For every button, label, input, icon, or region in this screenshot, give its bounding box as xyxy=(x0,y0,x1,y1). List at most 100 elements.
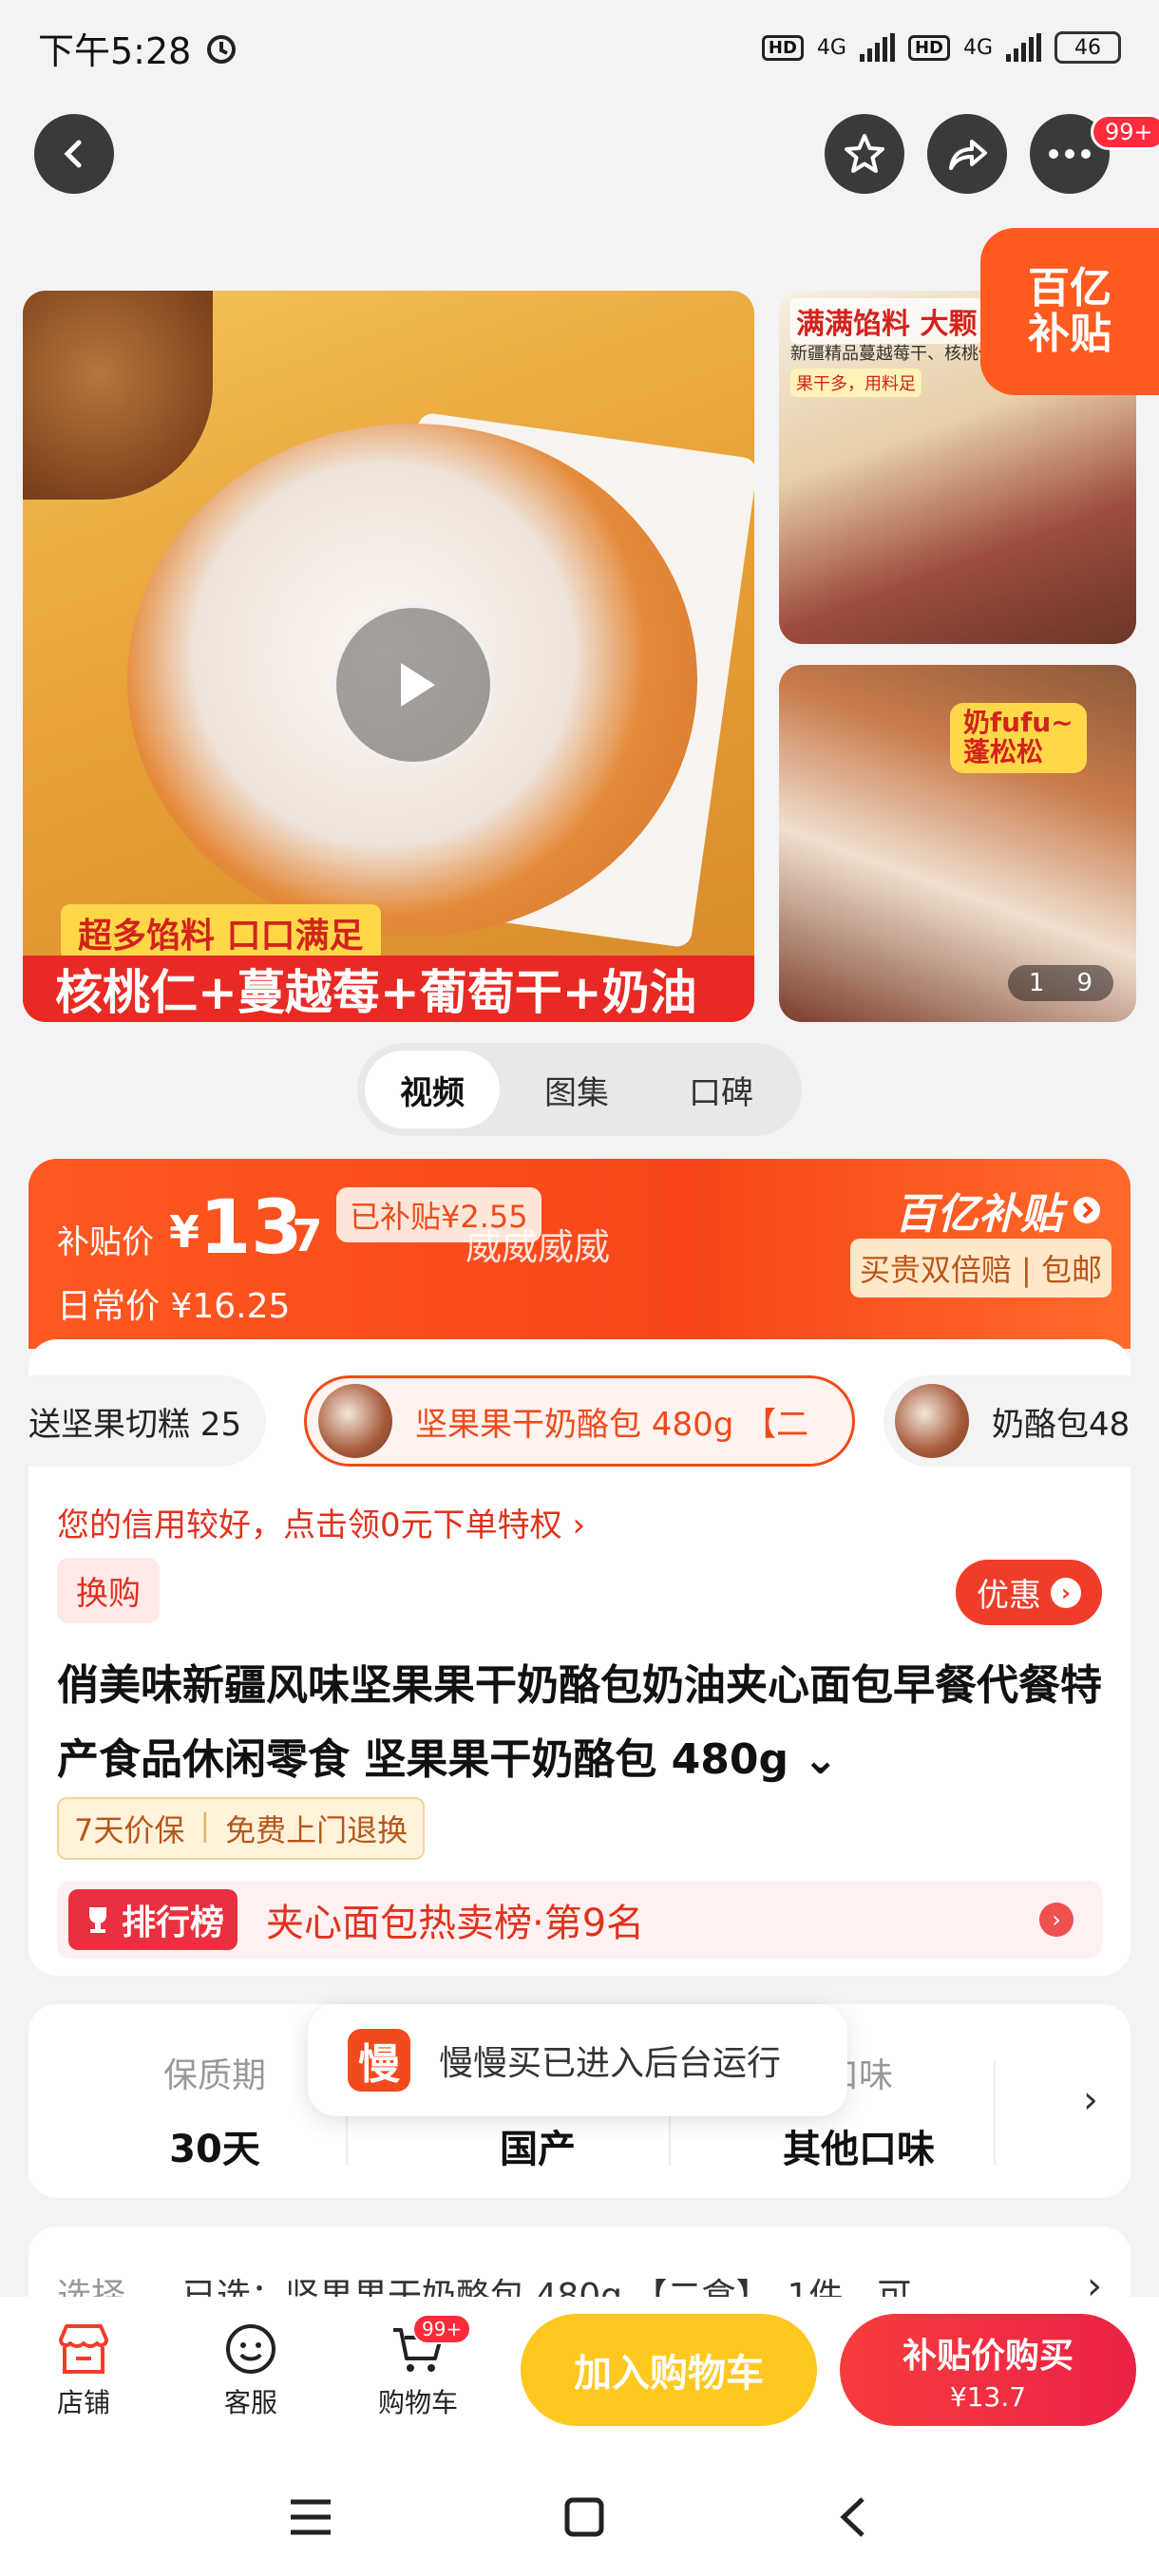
pager-current: 1 xyxy=(1028,969,1045,997)
price-label: 补贴价 xyxy=(57,1223,154,1261)
back-icon[interactable] xyxy=(834,2495,872,2539)
spec-value: 30天 xyxy=(169,2128,260,2171)
subsidy-brand: 百亿补贴 xyxy=(895,1190,1062,1239)
service-label: 客服 xyxy=(223,2387,277,2418)
chevron-right-icon[interactable]: › xyxy=(1083,2078,1098,2122)
product-info-card: 送坚果切糕 25 坚果果干奶酪包 480g 【二 奶酪包48 您的信用较好，点击… xyxy=(28,1339,1130,1976)
chevron-right-icon: › xyxy=(1051,1577,1081,1608)
variant-label: 坚果果干奶酪包 480g 【二 xyxy=(415,1405,809,1444)
main-video-cover[interactable]: 超多馅料 口口满足 核桃仁+蔓越莓+葡萄干+奶油 xyxy=(23,291,754,1022)
variant-label: 奶酪包48 xyxy=(992,1405,1130,1444)
gallery-pager: 1 9 xyxy=(1007,965,1113,1001)
buy-title: 补贴价购买 xyxy=(902,2336,1074,2376)
toast-text: 慢慢买已进入后台运行 xyxy=(439,2044,782,2083)
tab-video[interactable]: 视频 xyxy=(365,1051,500,1128)
guarantee-free-return: 免费上门退换 xyxy=(225,1812,408,1848)
network-label: 4G xyxy=(816,35,846,60)
thumb-tag: 奶fufu~ 蓬松松 xyxy=(950,703,1087,773)
network-label: 4G xyxy=(962,35,993,60)
more-dots-icon xyxy=(1049,149,1091,159)
add-to-cart-button[interactable]: 加入购物车 xyxy=(521,2314,817,2426)
product-title[interactable]: 俏美味新疆风味坚果果干奶酪包奶油夹心面包早餐代餐特产食品休闲零食 坚果果干奶酪包… xyxy=(57,1649,1102,1797)
share-button[interactable] xyxy=(927,114,1007,194)
ranking-badge: 排行榜 xyxy=(68,1889,238,1950)
ranking-badge-label: 排行榜 xyxy=(122,1904,225,1942)
customer-service-button[interactable]: 客服 xyxy=(194,2316,308,2420)
variant-chip-row[interactable]: 送坚果切糕 25 坚果果干奶酪包 480g 【二 奶酪包48 xyxy=(28,1375,1130,1470)
thumb-tag-line: 奶fufu~ xyxy=(963,707,1074,738)
tab-gallery[interactable]: 图集 xyxy=(509,1051,644,1128)
overlay-text: 威威威威 xyxy=(466,1226,611,1268)
shop-label: 店铺 xyxy=(56,2387,110,2418)
thumb-subtitle: 新疆精品蔓越莓干、核桃仁 xyxy=(790,344,996,364)
media-tabs: 视频 图集 口碑 xyxy=(357,1043,802,1136)
background-toast: 慢 慢慢买已进入后台运行 xyxy=(308,2004,847,2116)
divider: | xyxy=(200,1807,211,1843)
subsidy-brand-link[interactable]: 百亿补贴 xyxy=(895,1180,1102,1241)
nuts-image xyxy=(23,291,213,500)
shop-button[interactable]: 店铺 xyxy=(27,2316,141,2420)
variant-thumb xyxy=(895,1384,969,1458)
favorite-button[interactable] xyxy=(825,114,904,194)
price-decimal: .7 xyxy=(276,1210,323,1261)
variant-chip-selected[interactable]: 坚果果干奶酪包 480g 【二 xyxy=(304,1375,855,1467)
pager-total: 9 xyxy=(1076,969,1092,997)
promo-label: 优惠 xyxy=(977,1577,1041,1615)
thumb-tag: 果干多，用料足 xyxy=(790,369,922,397)
home-icon[interactable] xyxy=(562,2495,606,2539)
alarm-icon xyxy=(207,35,237,64)
credit-privilege-link[interactable]: 您的信用较好，点击领0元下单特权 › xyxy=(57,1499,585,1545)
back-button[interactable] xyxy=(34,114,114,194)
battery-indicator: 46 xyxy=(1054,31,1121,64)
share-icon xyxy=(949,140,987,170)
hd-icon: HD xyxy=(761,34,804,61)
divider xyxy=(994,2061,996,2166)
cart-label: 购物车 xyxy=(377,2387,458,2418)
star-icon xyxy=(845,134,884,173)
subsidy-guarantee: 买贵双倍赔 | 包邮 xyxy=(849,1239,1112,1297)
play-button[interactable] xyxy=(332,604,494,766)
variant-label: 送坚果切糕 25 xyxy=(28,1405,242,1444)
bottom-action-bar: 店铺 客服 购物车 99+ 加入购物车 补贴价购买 ¥13.7 xyxy=(0,2297,1159,2458)
status-time: 下午5:28 xyxy=(38,29,192,72)
notification-badge: 99+ xyxy=(1091,114,1159,150)
product-gallery[interactable]: 超多馅料 口口满足 核桃仁+蔓越莓+葡萄干+奶油 满满馅料 大颗 新疆精品蔓越莓… xyxy=(0,266,1159,1026)
chevron-right-icon xyxy=(1074,1197,1100,1223)
guarantee-price-protect: 7天价保 xyxy=(74,1812,185,1848)
price-card: 补贴价 ¥ 13 .7 已补贴¥2.55 威威威威 日常价 ¥16.25 百亿补… xyxy=(28,1159,1130,1349)
ingredient-banner: 核桃仁+蔓越莓+葡萄干+奶油 xyxy=(23,956,754,1022)
system-navigation-bar xyxy=(0,2458,1159,2576)
thumb-tag-line: 蓬松松 xyxy=(963,735,1044,767)
promo-tag: 超多馅料 口口满足 xyxy=(61,904,381,961)
buy-price: ¥13.7 xyxy=(949,2380,1027,2413)
swap-tag[interactable]: 换购 xyxy=(57,1558,160,1623)
chevron-right-icon: › xyxy=(1039,1903,1074,1937)
subsidy-corner-badge[interactable]: 百亿 补贴 xyxy=(980,228,1159,395)
ranking-text: 夹心面包热卖榜·第9名 xyxy=(266,1902,645,1945)
cart-badge: 99+ xyxy=(412,2314,472,2344)
status-bar: 下午5:28 HD 4G HD 4G 46 xyxy=(0,0,1159,95)
hd-icon: HD xyxy=(907,34,950,61)
variant-chip[interactable]: 送坚果切糕 25 xyxy=(28,1375,266,1467)
play-icon xyxy=(401,663,435,707)
price-symbol: ¥ xyxy=(169,1206,200,1258)
signal-icon xyxy=(859,33,895,62)
trophy-icon xyxy=(89,1907,106,1933)
promo-button[interactable]: 优惠 › xyxy=(956,1560,1102,1625)
chevron-left-icon xyxy=(64,140,82,168)
spec-value: 其他口味 xyxy=(783,2128,935,2171)
daily-price: 日常价 ¥16.25 xyxy=(57,1287,291,1326)
menu-icon[interactable] xyxy=(287,2496,334,2538)
thumb-title: 满满馅料 大颗 xyxy=(790,298,983,344)
spec-value: 国产 xyxy=(500,2128,576,2171)
gallery-thumb[interactable]: 奶fufu~ 蓬松松 1 9 xyxy=(779,665,1136,1022)
tab-reviews[interactable]: 口碑 xyxy=(654,1051,788,1128)
variant-thumb xyxy=(318,1384,392,1458)
guarantee-tags[interactable]: 7天价保 | 免费上门退换 xyxy=(57,1797,426,1860)
variant-chip[interactable]: 奶酪包48 xyxy=(884,1375,1130,1467)
ranking-banner[interactable]: 排行榜 夹心面包热卖榜·第9名 › xyxy=(57,1881,1102,1959)
signal-icon xyxy=(1006,33,1041,62)
subsidy-line: 百亿 xyxy=(1028,263,1112,313)
subsidy-buy-button[interactable]: 补贴价购买 ¥13.7 xyxy=(840,2314,1136,2426)
app-icon: 慢 xyxy=(348,2029,410,2092)
